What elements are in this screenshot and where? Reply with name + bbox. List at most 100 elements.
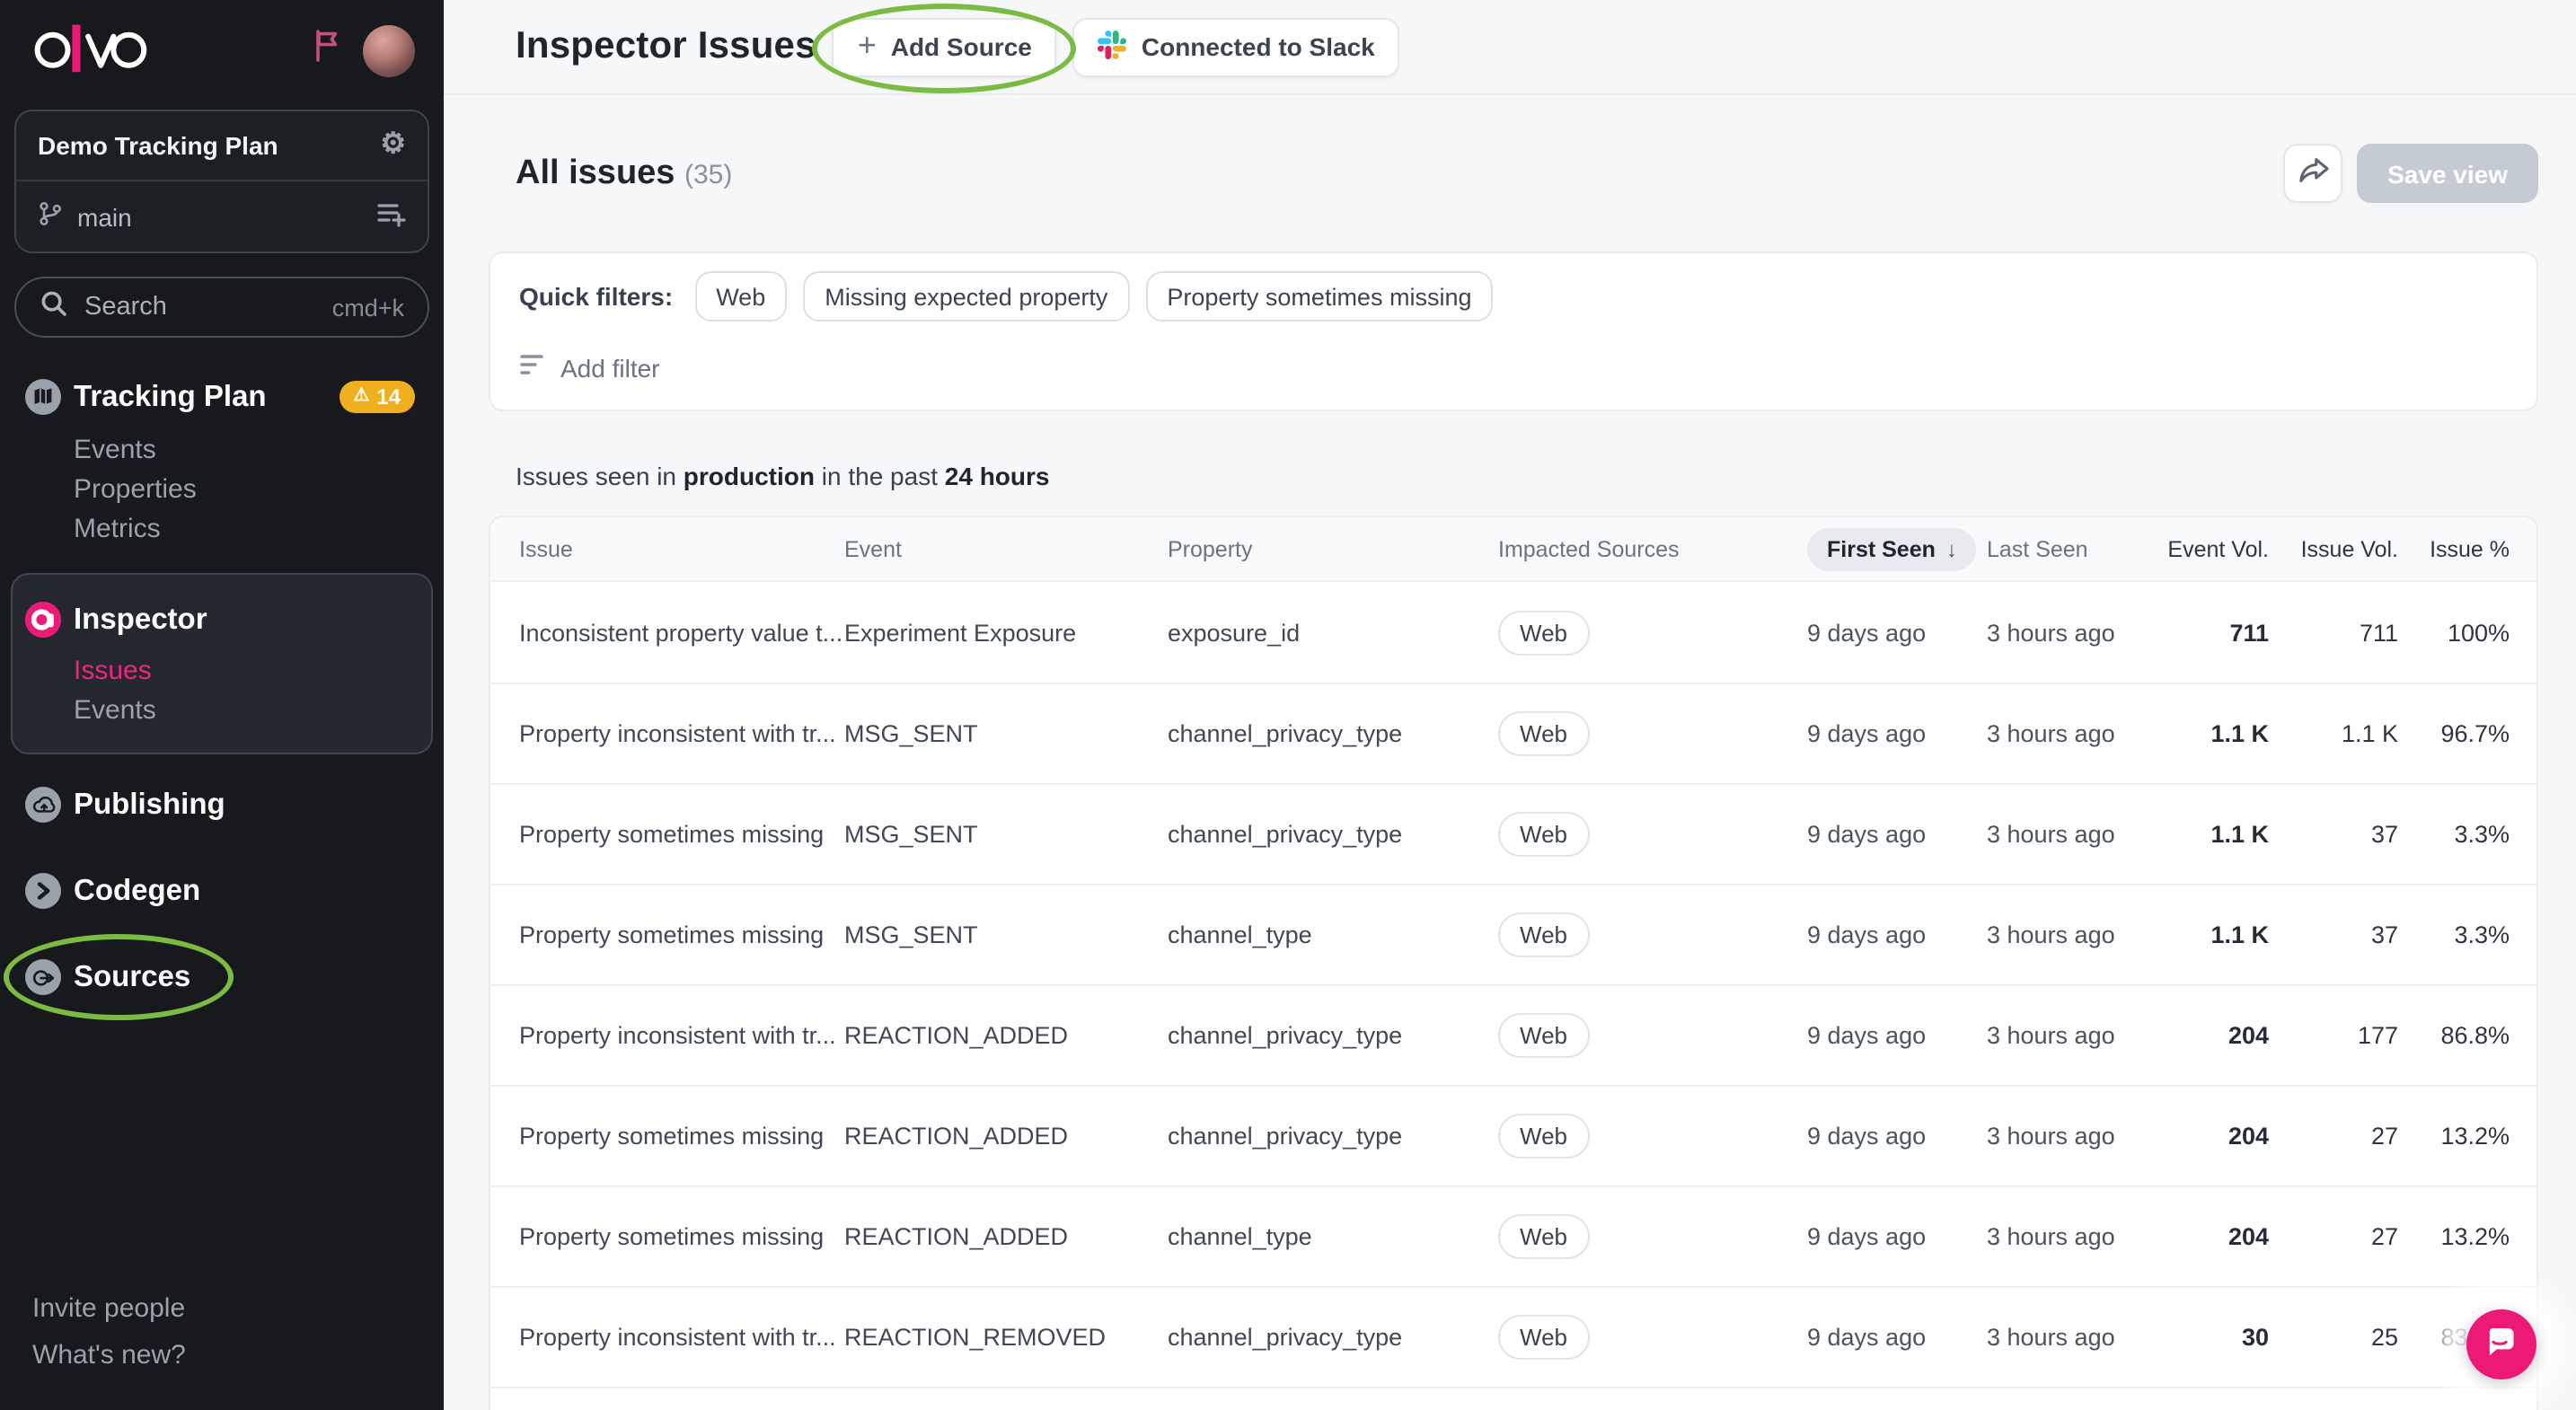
sidebar-item-inspector[interactable]: Inspector <box>13 595 431 645</box>
page-title: Inspector Issues <box>516 25 816 68</box>
whats-new-link[interactable]: What's new? <box>32 1333 186 1379</box>
last-seen-cell: 3 hours ago <box>1987 1022 2163 1049</box>
view-title: All issues (35) <box>516 154 732 193</box>
col-issue-vol[interactable]: Issue Vol. <box>2301 536 2398 561</box>
filter-chip-property-sometimes-missing[interactable]: Property sometimes missing <box>1145 271 1493 322</box>
workspace-name-row[interactable]: Demo Tracking Plan ⚙ <box>16 111 428 181</box>
search-input[interactable]: Search cmd+k <box>14 277 429 338</box>
last-seen-cell: 3 hours ago <box>1987 1324 2163 1351</box>
connected-to-slack-button[interactable]: Connected to Slack <box>1073 17 1400 76</box>
sidebar-item-inspector-issues[interactable]: Issues <box>74 652 431 692</box>
col-event[interactable]: Event <box>844 536 1168 561</box>
table-row[interactable]: Property inconsistent with tr... MSG_SEN… <box>490 683 2536 783</box>
issue-cell: Property inconsistent with tr... <box>519 1324 844 1351</box>
new-branch-icon[interactable] <box>375 199 406 234</box>
chevron-right-icon <box>25 873 61 909</box>
publishing-label: Publishing <box>74 788 225 822</box>
col-issue[interactable]: Issue <box>519 536 844 561</box>
sidebar-item-properties[interactable]: Properties <box>74 471 444 510</box>
filter-icon <box>519 352 544 383</box>
badge-count: 14 <box>376 384 401 410</box>
issue-vol-cell: 27 <box>2371 1123 2398 1150</box>
issue-vol-cell: 27 <box>2371 1223 2398 1250</box>
event-cell: MSG_SENT <box>844 921 1168 948</box>
first-seen-cell: 9 days ago <box>1807 1223 1987 1250</box>
property-cell: channel_privacy_type <box>1168 720 1498 747</box>
issue-pct-cell: 100% <box>2448 619 2510 646</box>
filter-chip-missing-expected-property[interactable]: Missing expected property <box>803 271 1129 322</box>
col-last-seen[interactable]: Last Seen <box>1987 536 2163 561</box>
quick-filters-label: Quick filters: <box>519 282 673 311</box>
issue-pct-cell: 3.3% <box>2454 821 2510 848</box>
property-cell: channel_privacy_type <box>1168 1123 1498 1150</box>
filters-panel: Quick filters: Web Missing expected prop… <box>489 251 2538 411</box>
add-filter-button[interactable]: Add filter <box>519 352 660 383</box>
inspector-logo-icon <box>25 602 61 638</box>
table-row[interactable]: Property sometimes missing MSG_SENT chan… <box>490 884 2536 984</box>
table-row[interactable]: Property sometimes missing REACTION_ADDE… <box>490 1085 2536 1185</box>
main-content: Inspector Issues + Add Source Co <box>444 0 2576 1410</box>
issue-pct-cell: 86.8% <box>2440 1022 2510 1049</box>
table-body: Inconsistent property value t... Experim… <box>490 582 2536 1387</box>
flag-icon[interactable] <box>313 29 340 72</box>
save-view-button[interactable]: Save view <box>2357 144 2538 203</box>
sidebar-item-sources[interactable]: Sources <box>0 952 444 1002</box>
sidebar-item-metrics[interactable]: Metrics <box>74 510 444 550</box>
col-issue-pct[interactable]: Issue % <box>2430 536 2510 561</box>
gear-icon[interactable]: ⚙ <box>380 131 406 160</box>
col-property[interactable]: Property <box>1168 536 1498 561</box>
branch-name: main <box>77 202 132 231</box>
impacted-sources-cell: Web <box>1498 610 1807 655</box>
event-cell: Experiment Exposure <box>844 619 1168 646</box>
sidebar-item-events[interactable]: Events <box>74 431 444 471</box>
event-vol-cell: 1.1 K <box>2210 921 2269 948</box>
add-source-button[interactable]: + Add Source <box>833 17 1057 76</box>
impacted-sources-cell: Web <box>1498 1214 1807 1259</box>
first-seen-cell: 9 days ago <box>1807 821 1987 848</box>
col-impacted-sources[interactable]: Impacted Sources <box>1498 536 1807 561</box>
property-cell: channel_type <box>1168 1223 1498 1250</box>
source-chip: Web <box>1498 1013 1589 1058</box>
table-row[interactable]: Property sometimes missing MSG_SENT chan… <box>490 783 2536 884</box>
issue-cell: Property sometimes missing <box>519 821 844 848</box>
last-seen-cell: 3 hours ago <box>1987 1223 2163 1250</box>
table-row[interactable]: Property inconsistent with tr... REACTIO… <box>490 1286 2536 1387</box>
table-row[interactable]: Inconsistent property value t... Experim… <box>490 582 2536 683</box>
search-icon <box>40 288 68 326</box>
impacted-sources-cell: Web <box>1498 912 1807 957</box>
inspector-label: Inspector <box>74 603 207 637</box>
event-vol-cell: 204 <box>2228 1223 2269 1250</box>
avatar[interactable] <box>363 24 415 76</box>
intercom-chat-button[interactable] <box>2466 1309 2536 1379</box>
branch-row[interactable]: main <box>16 181 428 251</box>
chat-bubble-icon <box>2483 1324 2519 1365</box>
sort-desc-icon: ↓ <box>1946 536 1957 561</box>
last-seen-cell: 3 hours ago <box>1987 821 2163 848</box>
table-row[interactable]: Property inconsistent with tr... REACTIO… <box>490 984 2536 1085</box>
page-header: Inspector Issues + Add Source Co <box>444 0 2576 95</box>
table-row[interactable]: Property sometimes missing REACTION_ADDE… <box>490 1185 2536 1286</box>
view-bar: All issues (35) Save view <box>489 144 2538 203</box>
avo-logo[interactable] <box>32 17 147 84</box>
source-chip: Web <box>1498 711 1589 756</box>
filter-chip-web[interactable]: Web <box>694 271 787 322</box>
sources-label: Sources <box>74 960 190 994</box>
event-vol-cell: 1.1 K <box>2210 720 2269 747</box>
issue-vol-cell: 25 <box>2371 1324 2398 1351</box>
issue-pct-cell: 3.3% <box>2454 921 2510 948</box>
event-cell: REACTION_REMOVED <box>844 1324 1168 1351</box>
impacted-sources-cell: Web <box>1498 711 1807 756</box>
sidebar-item-publishing[interactable]: Publishing <box>0 780 444 830</box>
sidebar-item-codegen[interactable]: Codegen <box>0 866 444 916</box>
col-first-seen-sort[interactable]: First Seen ↓ <box>1807 527 1977 570</box>
git-branch-icon <box>38 199 63 234</box>
app: Demo Tracking Plan ⚙ main <box>0 0 2576 1410</box>
issue-vol-cell: 37 <box>2371 821 2398 848</box>
col-event-vol[interactable]: Event Vol. <box>2167 536 2269 561</box>
source-connection-icon <box>25 959 61 995</box>
invite-people-link[interactable]: Invite people <box>32 1286 186 1333</box>
scope-line: Issues seen in production in the past 24… <box>516 462 2538 490</box>
share-button[interactable] <box>2283 144 2342 203</box>
sidebar-item-tracking-plan[interactable]: Tracking Plan ⚠ 14 <box>0 372 444 422</box>
sidebar-item-inspector-events[interactable]: Events <box>74 692 431 731</box>
